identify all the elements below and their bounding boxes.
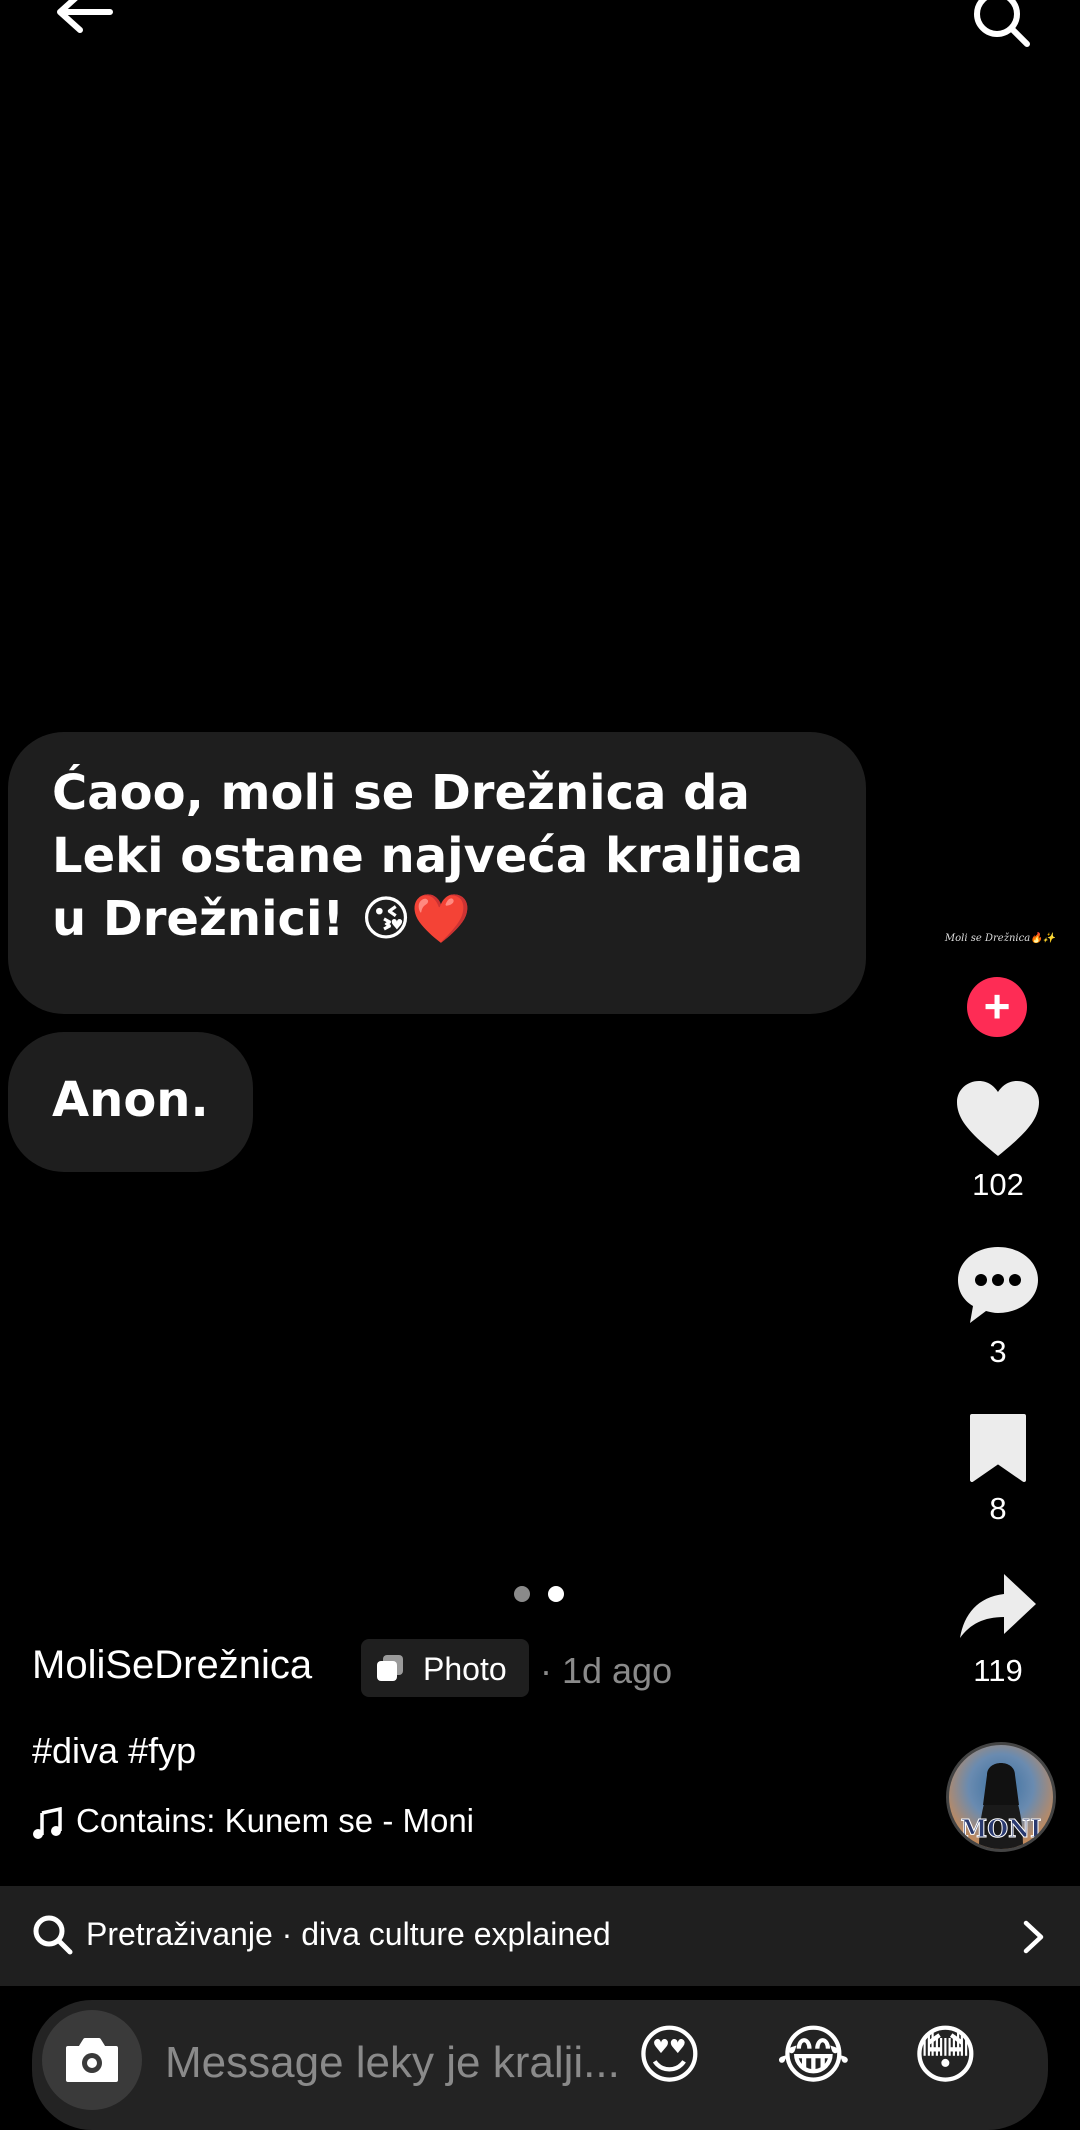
share-count: 119 [973,1653,1023,1688]
music-info[interactable]: Contains: Kunem se - Moni [32,1802,474,1840]
search-suggestion-bar[interactable]: Pretraživanje · diva culture explained [0,1886,1080,1986]
carousel-dot-active [548,1586,564,1602]
photo-label: Photo [423,1651,507,1687]
follow-button[interactable]: + [967,977,1027,1037]
camera-icon [66,2038,118,2082]
search-icon [33,1915,73,1955]
carousel-dot [514,1586,530,1602]
emoji-flushed-button[interactable]: 😳 [912,2020,979,2090]
save-count: 8 [989,1491,1007,1526]
emoji-tears-of-joy-button[interactable]: 😂 [776,2020,851,2090]
share-arrow-icon [960,1574,1036,1638]
author-name[interactable]: MoliSeDrežnica [32,1643,312,1688]
comment-icon [958,1247,1038,1323]
plus-icon: + [983,980,1011,1032]
chevron-right-icon [1023,1920,1044,1954]
music-disc-avatar[interactable]: MONI [946,1742,1056,1852]
camera-button[interactable] [42,2010,142,2110]
signature-bubble: Anon. [8,1032,253,1172]
share-button[interactable]: 119 [930,1572,1066,1689]
search-icon[interactable] [965,0,1035,50]
like-count: 102 [972,1167,1024,1202]
emoji-heart-eyes-button[interactable]: 😍 [636,2020,703,2090]
hashtags[interactable]: #diva #fyp [32,1730,196,1772]
avatar-logo-text: MONI [961,1814,1042,1843]
like-button[interactable]: 102 [930,1080,1066,1203]
message-input[interactable]: Message leky je kralji... [165,2038,620,2088]
comment-count: 3 [989,1334,1007,1369]
photo-badge: Photo [361,1639,529,1697]
music-note-icon [33,1807,62,1840]
search-suggestion-text: Pretraživanje · diva culture explained [86,1916,611,1952]
bookmark-icon [970,1414,1026,1482]
watermark-text: Moli se Drežnica🔥✨ [944,933,1056,944]
post-age: · 1d ago [540,1650,673,1691]
back-arrow-icon[interactable] [50,0,120,45]
save-button[interactable]: 8 [930,1412,1066,1527]
message-bubble: Ćaoo, moli se Drežnica da Leki ostane na… [8,732,866,1014]
message-text: Ćaoo, moli se Drežnica da Leki ostane na… [52,765,804,947]
music-text: Contains: Kunem se - Moni [76,1802,475,1839]
photo-icon [377,1655,403,1681]
comment-button[interactable]: 3 [930,1245,1066,1370]
heart-icon [957,1081,1039,1156]
signature-text: Anon. [52,1072,209,1128]
